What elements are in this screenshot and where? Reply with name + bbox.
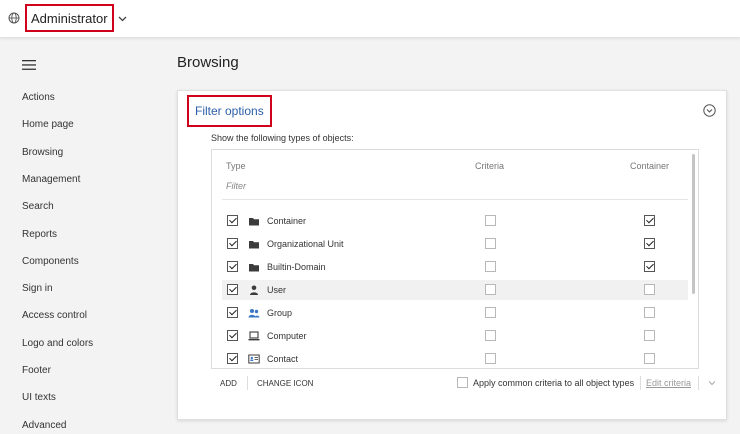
user-icon: [250, 285, 258, 295]
contact-card-icon: [248, 354, 260, 364]
page-title: Browsing: [177, 54, 239, 71]
top-bar: Administrator: [0, 0, 740, 38]
change-icon-button[interactable]: CHANGE ICON: [257, 379, 313, 388]
type-enabled-checkbox[interactable]: [227, 215, 238, 226]
footer-divider: [247, 376, 248, 390]
object-type-list: Type Criteria Container Filter Container…: [211, 149, 699, 369]
type-enabled-checkbox[interactable]: [227, 238, 238, 249]
role-selector[interactable]: Administrator: [8, 4, 127, 32]
filter-options-panel: Filter options Show the following types …: [177, 90, 727, 420]
group-icon: [248, 309, 260, 318]
chevron-down-icon[interactable]: [708, 379, 716, 387]
instruction-text: Show the following types of objects:: [211, 133, 354, 143]
table-row[interactable]: Computer: [222, 326, 688, 346]
container-checkbox[interactable]: [644, 330, 655, 341]
type-label: User: [267, 285, 287, 295]
table-row[interactable]: Container: [222, 211, 688, 231]
table-row[interactable]: Group: [222, 303, 688, 323]
folder-icon: [249, 241, 259, 249]
column-header-criteria: Criteria: [475, 161, 505, 171]
sidebar-item-actions[interactable]: Actions: [22, 92, 55, 108]
criteria-checkbox[interactable]: [485, 353, 496, 364]
computer-icon: [248, 331, 260, 341]
filter-options-title[interactable]: Filter options: [187, 95, 272, 127]
sidebar-item-reports[interactable]: Reports: [22, 229, 57, 245]
type-label: Contact: [267, 354, 299, 364]
criteria-checkbox[interactable]: [485, 261, 496, 272]
footer-divider: [640, 376, 641, 390]
type-label: Container: [267, 216, 307, 226]
folder-icon: [249, 264, 259, 272]
header-divider: [222, 199, 688, 200]
sidebar-item-home-page[interactable]: Home page: [22, 119, 74, 135]
globe-icon: [8, 12, 20, 24]
container-checkbox[interactable]: [644, 215, 655, 226]
sidebar-item-ui-texts[interactable]: UI texts: [22, 392, 56, 408]
filter-input[interactable]: Filter: [226, 181, 246, 191]
collapse-chevron-icon[interactable]: [703, 104, 716, 117]
apply-common-criteria-checkbox[interactable]: [457, 377, 468, 388]
sidebar-item-management[interactable]: Management: [22, 174, 80, 190]
type-label: Builtin-Domain: [267, 262, 326, 272]
criteria-checkbox[interactable]: [485, 330, 496, 341]
column-header-type: Type: [226, 161, 246, 171]
type-label: Group: [267, 308, 293, 318]
sidebar-item-browsing[interactable]: Browsing: [22, 147, 63, 163]
type-enabled-checkbox[interactable]: [227, 261, 238, 272]
sidebar-item-components[interactable]: Components: [22, 256, 79, 272]
criteria-checkbox[interactable]: [485, 284, 496, 295]
type-label: Organizational Unit: [267, 239, 344, 249]
footer-divider: [698, 376, 699, 390]
container-checkbox[interactable]: [644, 307, 655, 318]
list-footer: ADD CHANGE ICON Apply common criteria to…: [211, 373, 726, 393]
table-row[interactable]: Contact: [222, 349, 688, 368]
criteria-checkbox[interactable]: [485, 238, 496, 249]
sidebar-item-search[interactable]: Search: [22, 201, 54, 217]
sidebar-item-access-control[interactable]: Access control: [22, 310, 87, 326]
type-enabled-checkbox[interactable]: [227, 307, 238, 318]
table-row[interactable]: Builtin-Domain: [222, 257, 688, 277]
container-checkbox[interactable]: [644, 284, 655, 295]
type-enabled-checkbox[interactable]: [227, 330, 238, 341]
type-enabled-checkbox[interactable]: [227, 284, 238, 295]
column-header-container: Container: [630, 161, 670, 171]
criteria-checkbox[interactable]: [485, 307, 496, 318]
folder-icon: [249, 218, 259, 226]
chevron-down-icon[interactable]: [118, 14, 127, 23]
type-enabled-checkbox[interactable]: [227, 353, 238, 364]
sidebar-item-sign-in[interactable]: Sign in: [22, 283, 53, 299]
container-checkbox[interactable]: [644, 261, 655, 272]
edit-criteria-link[interactable]: Edit criteria: [646, 378, 691, 388]
criteria-checkbox[interactable]: [485, 215, 496, 226]
sidebar-item-advanced[interactable]: Advanced: [22, 420, 66, 434]
sidebar-item-footer[interactable]: Footer: [22, 365, 51, 381]
hamburger-menu-icon[interactable]: [22, 60, 36, 70]
type-label: Computer: [267, 331, 307, 341]
container-checkbox[interactable]: [644, 353, 655, 364]
list-scrollbar[interactable]: [692, 154, 695, 294]
container-checkbox[interactable]: [644, 238, 655, 249]
add-button[interactable]: ADD: [220, 379, 237, 388]
sidebar-item-logo-and-colors[interactable]: Logo and colors: [22, 338, 93, 354]
table-row[interactable]: User: [222, 280, 688, 300]
table-row[interactable]: Organizational Unit: [222, 234, 688, 254]
apply-common-criteria-label: Apply common criteria to all object type…: [473, 378, 635, 388]
role-label[interactable]: Administrator: [25, 4, 114, 32]
